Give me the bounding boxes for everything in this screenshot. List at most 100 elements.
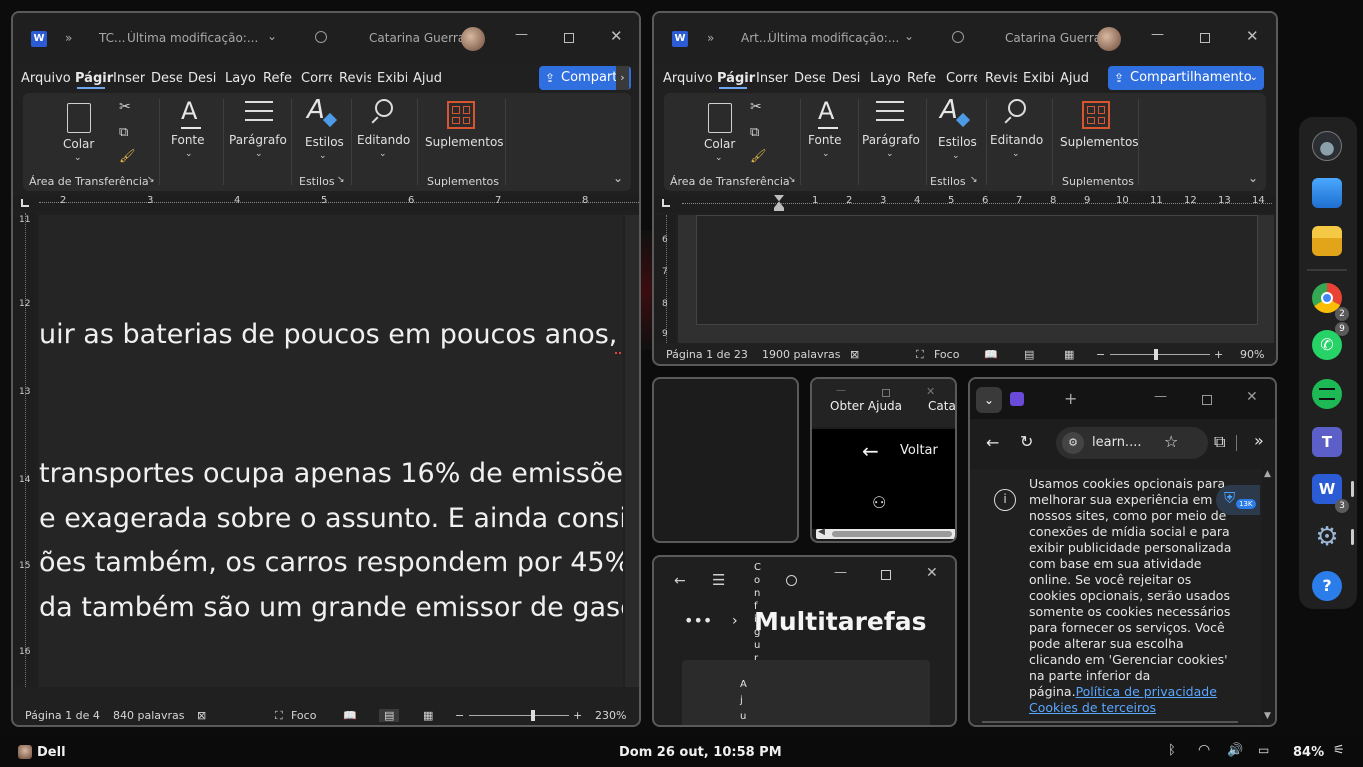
tab-design[interactable]: Desi (832, 71, 862, 86)
maximize-icon[interactable] (564, 33, 574, 43)
font-button[interactable]: Fonte (171, 133, 205, 147)
tab-desenhar[interactable]: Dese (794, 71, 825, 86)
wifi-icon[interactable]: ◠ (1198, 742, 1210, 758)
get-help-icon[interactable]: ? (1312, 571, 1342, 601)
focus-button[interactable]: Foco (934, 348, 959, 361)
minimize-icon[interactable]: — (515, 27, 528, 42)
address-bar[interactable]: ⚙ learn.... ☆ (1056, 427, 1208, 459)
dialog-launcher-icon[interactable]: ↘ (788, 175, 796, 185)
tab-correspondencias[interactable]: Corre (301, 71, 332, 86)
search-icon[interactable] (786, 575, 797, 586)
share-button[interactable]: ⇪ Compartilhamento ⌄ (1108, 66, 1264, 90)
scroll-left-icon[interactable]: ◀ (818, 527, 825, 537)
more-icon[interactable]: ••• (684, 611, 712, 630)
minimize-icon[interactable]: — (1151, 27, 1164, 42)
zoom-out-icon[interactable]: − (1096, 348, 1105, 361)
word-count[interactable]: 840 palavras (113, 709, 185, 722)
read-mode-icon[interactable]: 📖 (984, 348, 998, 361)
tracking-shield-button[interactable]: ⛨ 13K (1216, 485, 1260, 515)
editing-dropdown-icon[interactable]: ⌄ (379, 149, 387, 159)
user-avatar[interactable] (18, 745, 32, 759)
back-arrow-icon[interactable]: ← (862, 439, 879, 463)
tab-inserir[interactable]: Inser (756, 71, 788, 86)
cut-icon[interactable]: ✂ (119, 99, 131, 115)
dialog-launcher-icon[interactable]: ↘ (970, 175, 978, 185)
bluetooth-icon[interactable]: ᛒ (1168, 743, 1176, 758)
search-icon[interactable] (315, 31, 327, 43)
user-name[interactable]: Catarina Guerra (369, 31, 465, 45)
tab-pagina-inicial[interactable]: Págir (75, 71, 113, 89)
spotify-icon[interactable] (1312, 379, 1342, 409)
tab-favicon-icon[interactable] (1010, 392, 1024, 406)
vertical-scrollbar[interactable] (625, 215, 639, 687)
web-layout-icon[interactable]: ▦ (1064, 348, 1074, 361)
tab-referencias[interactable]: Refe (263, 71, 294, 86)
maximize-icon[interactable] (1202, 395, 1212, 405)
addins-button[interactable]: Suplementos (1060, 135, 1139, 149)
document-title[interactable]: Art... (741, 31, 770, 45)
ribbon-collapse-icon[interactable]: ⌄ (1248, 171, 1258, 185)
vertical-scrollbar[interactable]: ▲ ▼ (1262, 469, 1275, 723)
tab-desenhar[interactable]: Dese (151, 71, 182, 86)
user-name[interactable]: Catarina Guerra (1005, 31, 1101, 45)
proofing-icon[interactable]: ⊠ (850, 348, 859, 361)
tab-list-button[interactable]: ⌄ (976, 387, 1002, 413)
tab-ajuda[interactable]: Ajud (1060, 71, 1090, 86)
zoom-slider[interactable] (1110, 349, 1210, 360)
steam-icon[interactable] (1312, 131, 1342, 161)
paste-dropdown-icon[interactable]: ⌄ (74, 153, 82, 163)
minimize-icon[interactable]: — (1154, 389, 1167, 404)
tab-layout[interactable]: Layo (870, 71, 900, 86)
bookmark-star-icon[interactable]: ☆ (1164, 432, 1178, 451)
paragraph-dropdown-icon[interactable]: ⌄ (255, 149, 263, 159)
print-layout-icon[interactable]: ▤ (379, 709, 400, 722)
last-modified[interactable]: Última modificação:... (127, 31, 263, 45)
extensions-icon[interactable]: ⧉ (1214, 432, 1225, 452)
site-settings-icon[interactable]: ⚙ (1062, 432, 1084, 454)
zoom-slider-thumb[interactable] (531, 710, 535, 721)
read-mode-icon[interactable]: 📖 (343, 709, 357, 722)
editing-button[interactable]: Editando (990, 133, 1043, 147)
print-layout-icon[interactable]: ▤ (1024, 348, 1034, 361)
focus-icon[interactable]: ⛶ (916, 348, 924, 362)
styles-button[interactable]: Estilos (305, 135, 344, 149)
paste-dropdown-icon[interactable]: ⌄ (715, 153, 723, 163)
search-icon[interactable] (952, 31, 964, 43)
dialog-launcher-icon[interactable]: ↘ (147, 175, 155, 185)
back-icon[interactable]: ← (986, 433, 999, 452)
zoom-in-icon[interactable]: + (573, 709, 582, 722)
proofing-icon[interactable]: ⊠ (197, 709, 206, 722)
tab-arquivo[interactable]: Arquivo (663, 71, 713, 86)
ribbon-scroll-right-icon[interactable]: › (616, 66, 629, 90)
addins-button[interactable]: Suplementos (425, 135, 504, 149)
close-icon[interactable]: ✕ (926, 385, 935, 398)
paragraph-button[interactable]: Parágrafo (862, 133, 920, 147)
close-icon[interactable]: ✕ (1246, 27, 1259, 45)
teams-icon[interactable]: T (1312, 427, 1342, 457)
chevron-down-icon[interactable]: ⌄ (267, 29, 277, 43)
empty-window[interactable] (652, 377, 799, 543)
copy-icon[interactable]: ⧉ (119, 125, 128, 140)
minimize-icon[interactable]: — (834, 565, 847, 580)
styles-dropdown-icon[interactable]: ⌄ (319, 151, 327, 161)
tab-design[interactable]: Desi (188, 71, 218, 86)
scroll-up-icon[interactable]: ▲ (1264, 469, 1271, 479)
zoom-slider[interactable] (469, 710, 569, 721)
reload-icon[interactable]: ↻ (1020, 432, 1033, 451)
word-count[interactable]: 1900 palavras (762, 348, 841, 361)
styles-dropdown-icon[interactable]: ⌄ (952, 151, 960, 161)
focus-icon[interactable]: ⛶ (275, 709, 283, 723)
dialog-launcher-icon[interactable]: ↘ (337, 175, 345, 185)
horizontal-scrollbar[interactable]: ◀ (816, 527, 955, 539)
tab-pagina-inicial[interactable]: Págir (717, 71, 755, 89)
avatar[interactable] (1097, 27, 1121, 51)
paste-button[interactable]: Colar (63, 137, 94, 151)
volume-icon[interactable]: 🔊 (1227, 743, 1243, 758)
back-arrow-icon[interactable]: ← (674, 573, 686, 589)
settings-card[interactable] (682, 660, 930, 725)
copy-icon[interactable]: ⧉ (750, 125, 759, 140)
last-modified[interactable]: Última modificação:... (768, 31, 902, 45)
user-fragment[interactable]: Cata (928, 399, 955, 413)
tab-revisao[interactable]: Revis (985, 71, 1017, 86)
font-dropdown-icon[interactable]: ⌄ (822, 149, 830, 159)
